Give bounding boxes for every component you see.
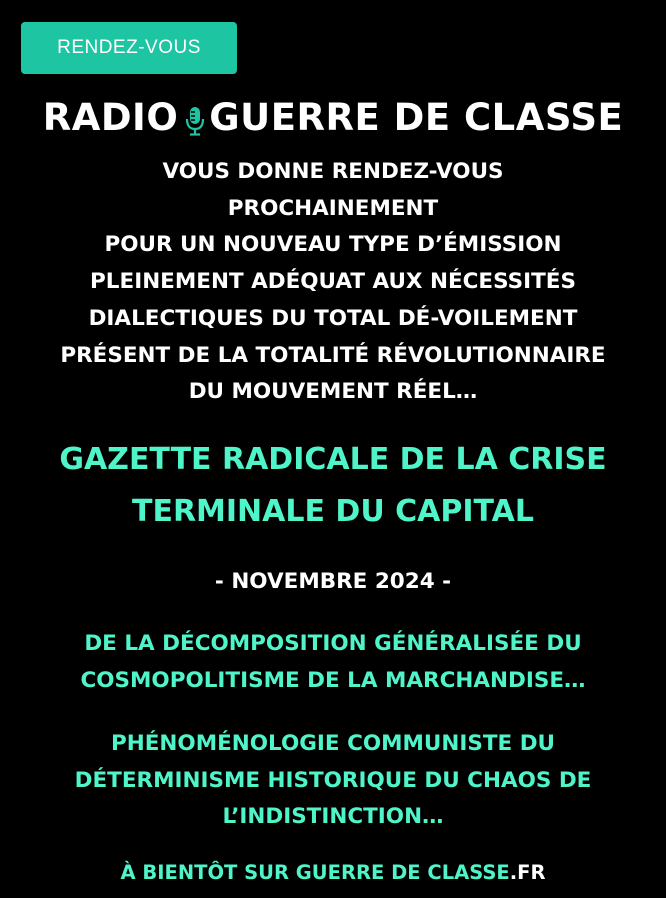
intro-line: PROCHAINEMENT	[227, 195, 439, 221]
subtitle-line: L’INDISTINCTION…	[222, 804, 444, 829]
intro-line: DU MOUVEMENT RÉEL…	[188, 379, 478, 405]
gazette-line: GAZETTE RADICALE DE LA CRISE	[59, 442, 607, 477]
intro-line: PRÉSENT DE LA TOTALITÉ RÉVOLUTIONNAIRE	[60, 342, 606, 368]
subtitle-line: PHÉNOMÉNOLOGIE COMMUNISTE DU	[110, 731, 555, 756]
subtitle-line: DE LA DÉCOMPOSITION GÉNÉRALISÉE DU	[84, 631, 582, 656]
subtitle-line: DÉTERMINISME HISTORIQUE DU CHAOS DE	[74, 767, 592, 793]
issue-date: - NOVEMBRE 2024 -	[214, 569, 452, 594]
subtitle-line: COSMOPOLITISME DE LA MARCHANDISE…	[80, 667, 586, 693]
intro-line: PLEINEMENT ADÉQUAT AUX NÉCESSITÉS	[90, 269, 576, 295]
gazette-line: TERMINALE DU CAPITAL	[131, 494, 534, 529]
microphone-icon	[184, 102, 206, 136]
page-title: RADIO GUERRE DE CLASSE	[0, 92, 666, 142]
title-left: RADIO	[42, 95, 179, 139]
intro-line: VOUS DONNE RENDEZ-VOUS	[162, 159, 504, 184]
subtitle-decomposition: DE LA DÉCOMPOSITION GÉNÉRALISÉE DU COSMO…	[0, 626, 666, 699]
intro-line: DIALECTIQUES DU TOTAL DÉ-VOILEMENT	[88, 305, 578, 331]
subtitle-phenomenologie: PHÉNOMÉNOLOGIE COMMUNISTE DU DÉTERMINISM…	[0, 726, 666, 836]
footer-link[interactable]: À BIENTÔT SUR GUERRE DE CLASSE.FR	[0, 855, 666, 891]
rendez-vous-button[interactable]: RENDEZ-VOUS	[21, 22, 237, 74]
footer-tld: .FR	[509, 861, 546, 884]
intro-line: POUR UN NOUVEAU TYPE D’ÉMISSION	[104, 232, 562, 258]
gazette-heading: GAZETTE RADICALE DE LA CRISE TERMINALE D…	[0, 434, 666, 538]
title-right: GUERRE DE CLASSE	[209, 95, 624, 139]
footer-text: À BIENTÔT SUR GUERRE DE CLASSE	[120, 861, 510, 884]
intro-text: VOUS DONNE RENDEZ-VOUS PROCHAINEMENT POU…	[0, 154, 666, 411]
